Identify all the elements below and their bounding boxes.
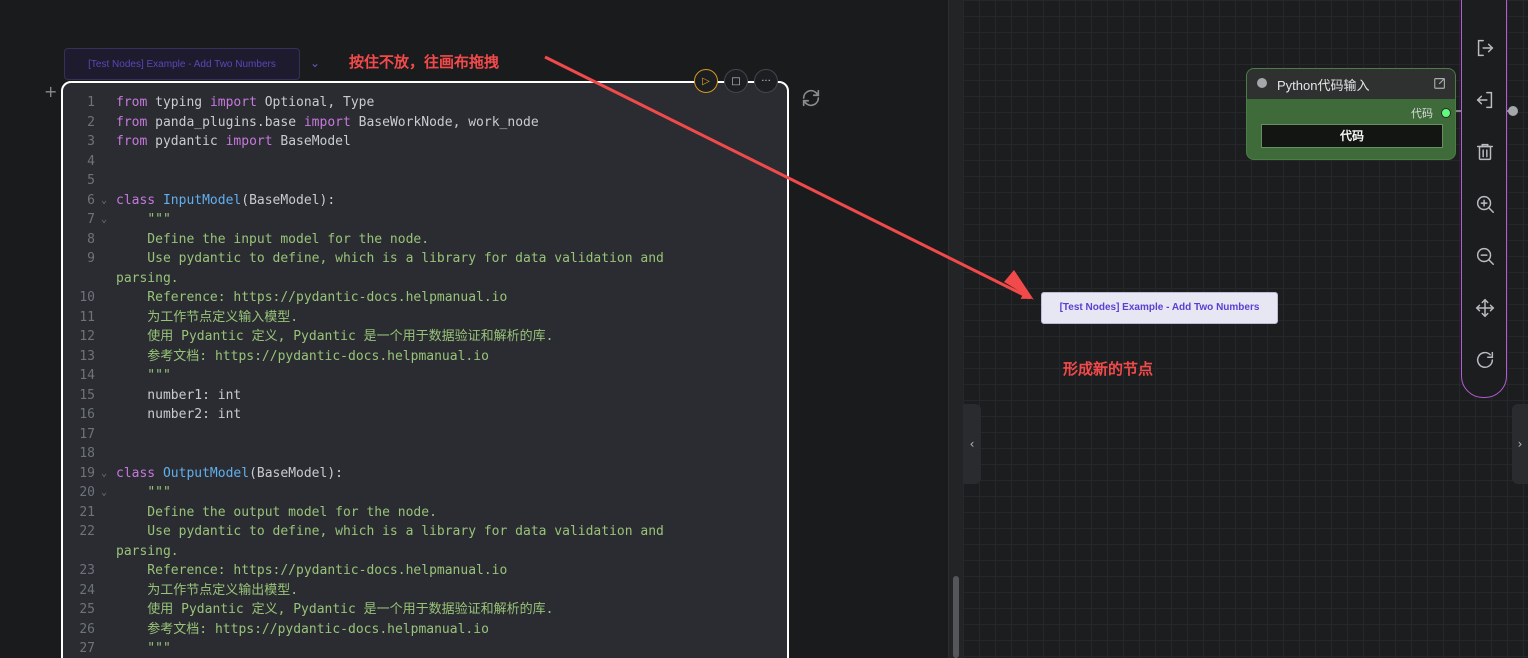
- code-text: from panda_plugins.base import BaseWorkN…: [116, 114, 539, 130]
- annotation-new-node: 形成新的节点: [1063, 360, 1154, 378]
- line-number: 23: [79, 563, 95, 578]
- code-text: 为工作节点定义输入模型.: [116, 309, 299, 325]
- line-number: 21: [79, 504, 95, 520]
- line-number: 9: [87, 251, 95, 266]
- new-test-node[interactable]: [Test Nodes] Example - Add Two Numbers: [1041, 292, 1278, 324]
- edit-icon[interactable]: [1433, 76, 1447, 90]
- scrollbar-thumb[interactable]: [953, 576, 959, 658]
- run-cell-button[interactable]: ▷: [694, 69, 718, 93]
- annotation-drag-hint: 按住不放，往画布拖拽: [349, 53, 500, 71]
- stop-cell-button[interactable]: □: [724, 69, 748, 93]
- code-text: """: [147, 485, 171, 500]
- collapse-right-button[interactable]: ›: [1512, 404, 1528, 484]
- line-number: 25: [79, 602, 95, 617]
- line-number: 19: [79, 465, 95, 481]
- python-code-node[interactable]: Python代码输入 代码 代码: [1246, 68, 1456, 160]
- notebook-scrollbar[interactable]: [948, 0, 963, 658]
- line-number: 15: [79, 387, 95, 403]
- code-field[interactable]: 代码: [1261, 124, 1443, 148]
- code-text: 参考文档: https://pydantic-docs.helpmanual.i…: [116, 621, 489, 637]
- line-number: 12: [79, 329, 95, 344]
- line-number: 3: [87, 134, 95, 149]
- line-number: 6: [87, 192, 95, 208]
- line-number: 18: [79, 446, 95, 461]
- output-port[interactable]: [1441, 108, 1451, 118]
- ellipsis-icon: ···: [761, 75, 771, 87]
- refresh-cell-button[interactable]: [800, 87, 822, 109]
- line-number: 13: [79, 348, 95, 364]
- code-text: from typing import Optional, Type: [116, 95, 375, 110]
- fold-chevron-icon[interactable]: ⌄: [101, 210, 107, 230]
- code-text: Use pydantic to define, which is a libra…: [116, 251, 664, 266]
- code-text: 使用 Pydantic 定义, Pydantic 是一个用于数据验证和解析的库.: [116, 329, 554, 344]
- zoom-in-icon[interactable]: [1474, 193, 1496, 215]
- code-text: 为工作节点定义输出模型.: [116, 582, 299, 598]
- line-number: 14: [79, 368, 95, 383]
- code-text: 使用 Pydantic 定义, Pydantic 是一个用于数据验证和解析的库.: [116, 602, 554, 617]
- login-icon[interactable]: [1474, 89, 1496, 111]
- cell-toolbar: ▷ □ ···: [694, 69, 778, 93]
- code-text: """: [116, 368, 171, 383]
- add-cell-icon[interactable]: +: [44, 82, 57, 101]
- line-number: 5: [87, 173, 95, 188]
- line-number: 7: [87, 212, 95, 227]
- fold-chevron-icon[interactable]: ⌄: [101, 464, 107, 484]
- code-text: parsing.: [116, 543, 179, 559]
- line-number: 17: [79, 426, 95, 442]
- code-text: """: [147, 212, 171, 227]
- code-text: class OutputModel(BaseModel):: [116, 465, 343, 481]
- code-text: number1: int: [116, 387, 242, 403]
- fold-chevron-icon[interactable]: ⌄: [101, 191, 107, 211]
- line-number: 2: [87, 114, 95, 130]
- chevron-left-icon: ‹: [969, 437, 975, 451]
- line-number: 27: [79, 641, 95, 656]
- line-number: 4: [87, 153, 95, 169]
- line-number: 20: [79, 485, 95, 500]
- node-title: Python代码输入: [1277, 78, 1370, 93]
- play-icon: ▷: [702, 75, 710, 87]
- line-number: 11: [79, 309, 95, 325]
- fold-chevron-icon[interactable]: ⌄: [101, 483, 107, 503]
- code-text: Reference: https://pydantic-docs.helpman…: [116, 290, 508, 305]
- code-text: Use pydantic to define, which is a libra…: [116, 524, 664, 539]
- line-number: 24: [79, 582, 95, 598]
- edge-handle[interactable]: [1508, 106, 1518, 116]
- line-number: 22: [79, 524, 95, 539]
- trash-icon[interactable]: [1474, 141, 1496, 163]
- node-status-dot: [1257, 78, 1267, 88]
- output-port-label: 代码: [1411, 107, 1433, 120]
- chevron-right-icon: ›: [1517, 437, 1523, 451]
- code-text: Define the input model for the node.: [116, 231, 430, 247]
- code-text: number2: int: [116, 407, 242, 422]
- code-text: Reference: https://pydantic-docs.helpman…: [116, 563, 508, 578]
- code-text: """: [116, 641, 171, 656]
- node-header: Python代码输入: [1247, 69, 1455, 99]
- line-number: 10: [79, 290, 95, 305]
- refresh-icon[interactable]: [1474, 349, 1496, 371]
- logout-icon[interactable]: [1474, 37, 1496, 59]
- line-number: 1: [87, 95, 95, 110]
- code-text: class InputModel(BaseModel):: [116, 192, 336, 208]
- chevron-down-icon[interactable]: ⌄: [310, 56, 328, 74]
- move-icon[interactable]: [1474, 297, 1496, 319]
- code-text: 参考文档: https://pydantic-docs.helpmanual.i…: [116, 348, 489, 364]
- code-text: parsing.: [116, 270, 179, 286]
- stop-icon: □: [731, 75, 741, 87]
- code-text: Define the output model for the node.: [116, 504, 437, 520]
- zoom-out-icon[interactable]: [1474, 245, 1496, 267]
- more-options-button[interactable]: ···: [754, 69, 778, 93]
- code-text: from pydantic import BaseModel: [116, 134, 351, 149]
- refresh-icon: [802, 89, 820, 107]
- code-cell-editor[interactable]: 1 from typing import Optional, Type 2 from …: [61, 81, 789, 658]
- line-number: 26: [79, 621, 95, 637]
- collapse-left-button[interactable]: ‹: [963, 404, 981, 484]
- line-number: 8: [87, 231, 95, 247]
- line-number: 16: [79, 407, 95, 422]
- notebook-pane: [Test Nodes] Example - Add Two Numbers ⌄…: [0, 0, 948, 658]
- cell-tag-draggable[interactable]: [Test Nodes] Example - Add Two Numbers: [64, 48, 300, 80]
- canvas-toolbar: [1461, 0, 1507, 398]
